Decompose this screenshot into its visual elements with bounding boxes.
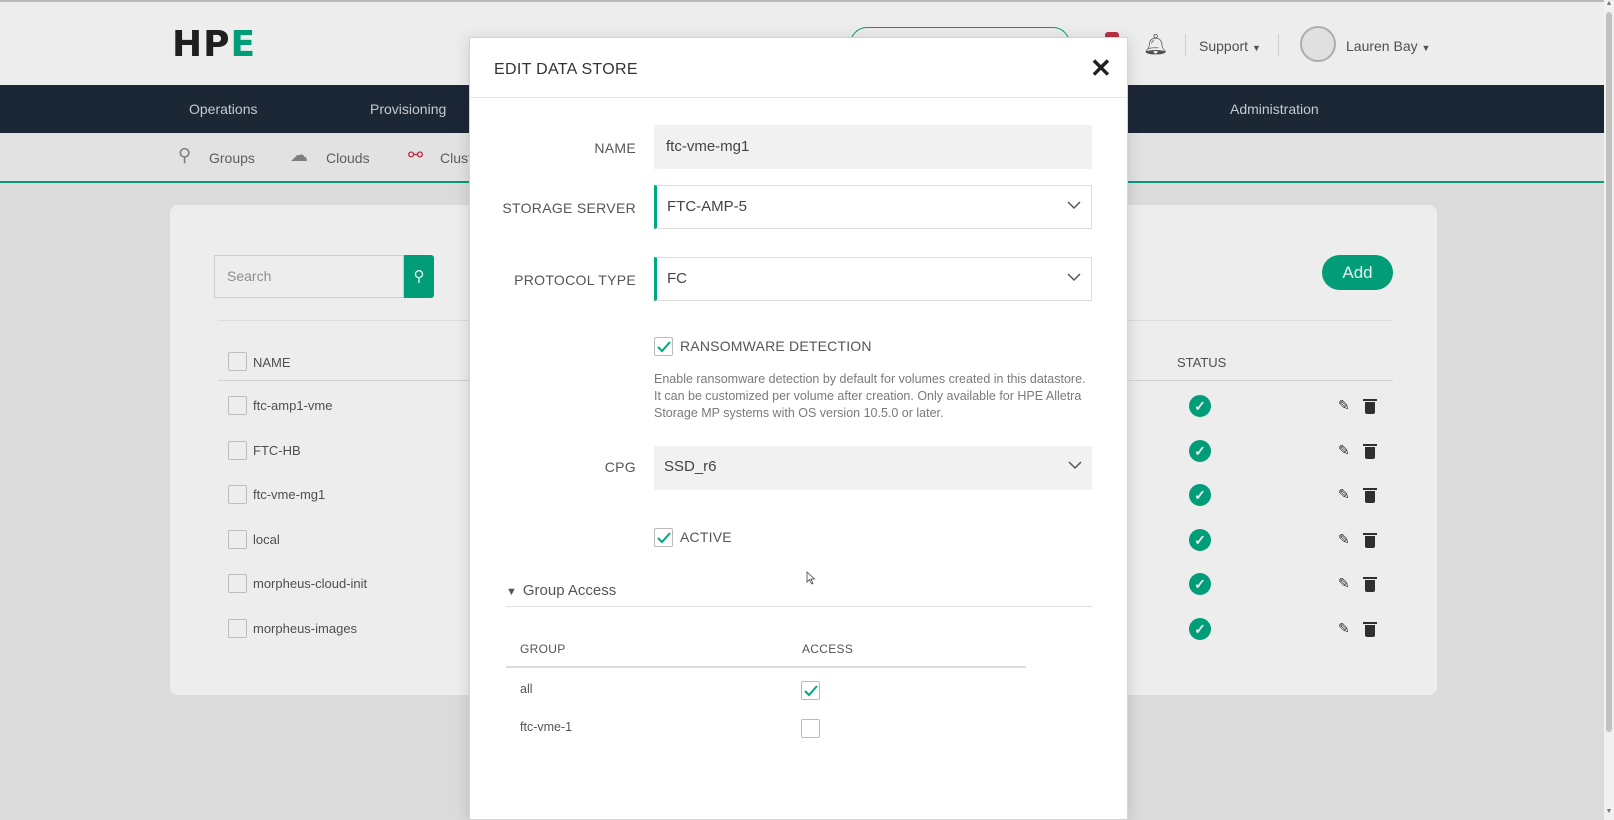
name-label: NAME	[594, 140, 636, 156]
column-header-access: ACCESS	[802, 642, 854, 656]
group-access-label: Group Access	[522, 582, 617, 599]
protocol-type-select[interactable]: FC	[654, 257, 1092, 301]
checkmark-icon	[657, 341, 671, 353]
scrollbar-thumb[interactable]	[1606, 12, 1612, 732]
cpg-label: CPG	[604, 459, 636, 475]
group-name: all	[520, 682, 533, 696]
checkmark-icon	[804, 685, 818, 697]
group-name: ftc-vme-1	[520, 720, 573, 734]
scroll-down-arrow-icon[interactable]: ▼	[1604, 808, 1614, 815]
chevron-down-icon	[1067, 200, 1081, 212]
cpg-select[interactable]: SSD_r6	[654, 446, 1092, 490]
protocol-type-label: PROTOCOL TYPE	[514, 272, 636, 288]
group-access-checkbox[interactable]	[801, 719, 820, 738]
group-access-toggle[interactable]: ▼ Group Access	[506, 582, 616, 599]
divider	[506, 666, 1026, 668]
modal-header: EDIT DATA STORE ✕	[470, 38, 1127, 98]
ransomware-help-text: Enable ransomware detection by default f…	[654, 372, 1086, 420]
storage-server-select[interactable]: FTC-AMP-5	[654, 185, 1092, 229]
chevron-down-icon	[1068, 460, 1082, 472]
edit-data-store-modal: EDIT DATA STORE ✕ NAME ftc-vme-mg1 STORA…	[469, 37, 1128, 820]
scroll-up-arrow-icon[interactable]: ▲	[1604, 0, 1614, 7]
protocol-type-value: FC	[667, 270, 687, 287]
active-label: ACTIVE	[680, 529, 732, 545]
close-icon[interactable]: ✕	[1090, 53, 1112, 84]
ransomware-detection-checkbox[interactable]	[654, 337, 673, 356]
active-checkbox[interactable]	[654, 528, 673, 547]
group-access-checkbox[interactable]	[801, 681, 820, 700]
storage-server-value: FTC-AMP-5	[667, 198, 747, 215]
name-field[interactable]: ftc-vme-mg1	[654, 125, 1092, 169]
triangle-down-icon: ▼	[506, 586, 517, 598]
storage-server-label: STORAGE SERVER	[502, 200, 636, 216]
checkmark-icon	[657, 532, 671, 544]
cpg-value: SSD_r6	[664, 458, 717, 475]
chevron-down-icon	[1067, 272, 1081, 284]
divider	[506, 606, 1092, 607]
column-header-group: GROUP	[520, 642, 566, 656]
modal-title: EDIT DATA STORE	[494, 61, 638, 78]
mouse-cursor-icon	[806, 571, 816, 585]
ransomware-detection-label: RANSOMWARE DETECTION	[680, 338, 872, 354]
